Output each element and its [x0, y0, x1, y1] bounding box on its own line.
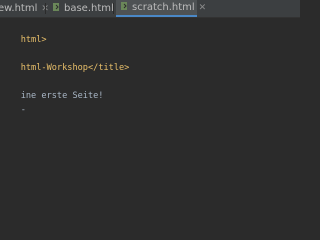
tab-separator: [113, 3, 114, 14]
tab-base-html[interactable]: base.html✕: [51, 0, 125, 17]
html-file-icon: [53, 3, 59, 11]
code-token: ine erste Seite!: [20, 91, 104, 101]
code-editor[interactable]: html> html-Workshop</title> ine erste Se…: [0, 18, 300, 220]
html-file-icon: [121, 2, 127, 10]
tab-label: scratch.html: [132, 2, 195, 13]
code-token: html>: [20, 35, 47, 45]
tab-scratch-html[interactable]: scratch.html ✕: [116, 0, 206, 17]
code-token: -: [20, 105, 26, 115]
code-line: -: [0, 89, 26, 131]
editor-tab-bar: ew.html✕ base.html✕ scratch.html ✕: [0, 0, 300, 18]
tab-new-html[interactable]: ew.html✕: [0, 0, 49, 17]
tab-label: base.html: [64, 3, 114, 14]
code-token: </title>: [87, 63, 130, 73]
code-token: html-Workshop: [20, 63, 88, 73]
close-icon[interactable]: ✕: [199, 3, 207, 13]
tab-separator: [45, 3, 46, 14]
tab-label: ew.html: [0, 3, 38, 14]
